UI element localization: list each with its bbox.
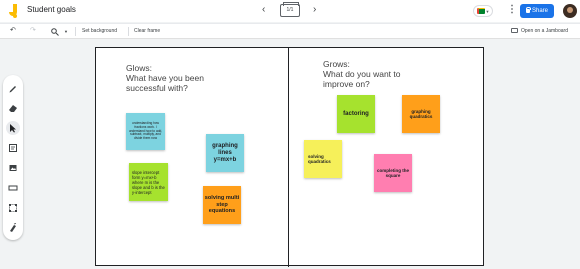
select-icon[interactable] (6, 121, 20, 135)
zoom-chevron-down-icon[interactable]: ▼ (64, 29, 68, 34)
clear-frame-button[interactable]: Clear frame (134, 28, 160, 34)
sticky-note-text: graphing quadratics (409, 108, 433, 120)
sticky-note[interactable]: solving quadratics (304, 140, 342, 178)
meet-icon (476, 8, 485, 14)
undo-icon[interactable]: ↶ (10, 26, 16, 34)
frame-counter[interactable]: 1/1 (280, 2, 300, 17)
image-icon[interactable] (6, 161, 20, 175)
glows-heading: Glows: What have you been successful wit… (126, 63, 204, 93)
app-title[interactable]: Student goals (27, 5, 76, 14)
toolbar-divider (75, 27, 76, 36)
sticky-note-text: understanding how fractions work. I unde… (128, 121, 163, 141)
avatar[interactable] (563, 4, 577, 18)
next-frame-button[interactable]: › (313, 4, 316, 15)
meet-button[interactable]: ▼ (473, 5, 493, 17)
sticky-note-text: slope intercept form y=mx+b where m is t… (132, 169, 165, 195)
pen-icon[interactable] (6, 81, 20, 95)
lock-icon (525, 7, 532, 13)
sticky-note-icon[interactable] (6, 141, 20, 155)
sticky-note-text: completing the square (376, 167, 409, 179)
jamboard-device-icon (511, 28, 518, 33)
sticky-note-text: solving multi step equations (204, 195, 240, 215)
chevron-down-icon: ▼ (485, 8, 490, 14)
text-box-icon[interactable] (6, 201, 20, 215)
top-bar: Student goals ‹ 1/1 › ▼ ⋮ Share (0, 0, 580, 22)
more-options-icon[interactable]: ⋮ (507, 4, 517, 15)
grows-heading: Grows: What do you want to improve on? (323, 59, 401, 89)
sticky-note-text: factoring (343, 110, 369, 117)
redo-icon[interactable]: ↷ (30, 26, 36, 34)
jamboard-logo-icon (9, 4, 17, 18)
center-divider-line (288, 48, 289, 267)
set-background-button[interactable]: Set background (82, 28, 117, 34)
eraser-icon[interactable] (6, 101, 20, 115)
toolbar-divider (128, 27, 129, 36)
tool-rail (3, 75, 23, 240)
shape-icon[interactable] (6, 181, 20, 195)
sticky-note[interactable]: slope intercept form y=mx+b where m is t… (129, 163, 168, 201)
sticky-note-text: solving quadratics (308, 153, 331, 165)
sticky-note-text: graphing lines y=mx+b (212, 142, 238, 163)
jam-frame[interactable]: Glows: What have you been successful wit… (95, 47, 484, 267)
sticky-note[interactable]: graphing lines y=mx+b (206, 134, 244, 172)
share-label: Share (531, 8, 548, 14)
previous-frame-button[interactable]: ‹ (262, 4, 265, 15)
toolbar: ↶ ↷ ▼ Set background Clear frame Open on… (0, 23, 580, 39)
sticky-note[interactable]: graphing quadratics (402, 95, 440, 133)
open-on-jamboard-button[interactable]: Open on a Jamboard (521, 28, 568, 34)
laser-icon[interactable] (6, 221, 20, 235)
sticky-note[interactable]: factoring (337, 95, 375, 133)
share-button[interactable]: Share (520, 4, 554, 18)
sticky-note[interactable]: understanding how fractions work. I unde… (126, 113, 165, 150)
sticky-note[interactable]: solving multi step equations (203, 186, 241, 224)
sticky-note[interactable]: completing the square (374, 154, 412, 192)
